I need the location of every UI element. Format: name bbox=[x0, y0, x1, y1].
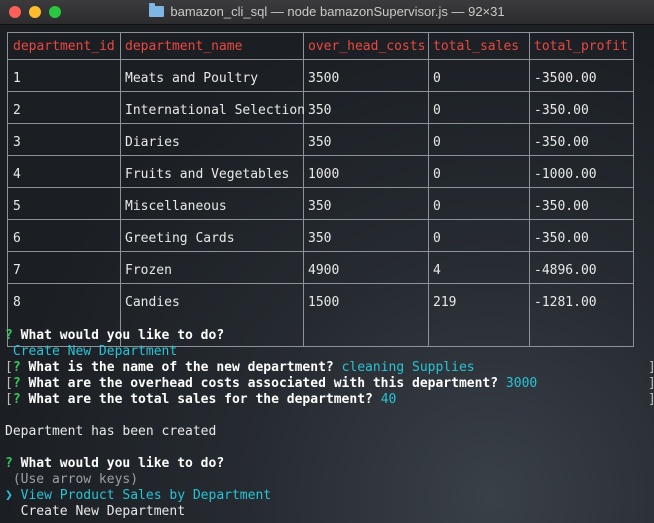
prompt-answer-line: Create New Department bbox=[12, 344, 178, 359]
departments-table: department_id department_name over_head_co… bbox=[7, 32, 634, 347]
table-cell: -350.00 bbox=[534, 231, 589, 246]
table-cell: Fruits and Vegetables bbox=[125, 167, 290, 182]
table-cell: -350.00 bbox=[534, 199, 589, 214]
table-cell: 0 bbox=[433, 199, 441, 214]
table-cell: -350.00 bbox=[534, 135, 589, 150]
table-cell: 0 bbox=[433, 231, 441, 246]
table-cell: 219 bbox=[433, 295, 457, 310]
table-cell: 7 bbox=[13, 263, 21, 278]
table-cell: Candies bbox=[125, 295, 180, 310]
table-cell: 0 bbox=[433, 135, 441, 150]
column-header: department_id bbox=[13, 39, 115, 54]
table-cell: 1500 bbox=[308, 295, 340, 310]
table-cell: 1000 bbox=[308, 167, 340, 182]
prompt-line-1: ? What would you like to do? bbox=[5, 328, 225, 343]
table-cell: 4900 bbox=[308, 263, 340, 278]
terminal-window: bamazon_cli_sql — node bamazonSupervisor… bbox=[0, 0, 654, 523]
column-header: department_name bbox=[125, 39, 243, 54]
arrow-keys-hint: (Use arrow keys) bbox=[12, 472, 139, 487]
table-cell: 4 bbox=[13, 167, 21, 182]
table-cell: 3 bbox=[13, 135, 21, 150]
row-separator bbox=[8, 155, 633, 156]
menu-item-view-sales[interactable]: ❯ View Product Sales by Department bbox=[5, 488, 271, 504]
folder-icon bbox=[149, 3, 165, 17]
table-cell: 350 bbox=[308, 135, 332, 150]
table-cell: International Selection bbox=[125, 103, 306, 118]
name-question-line: [? What is the name of the new departmen… bbox=[5, 360, 475, 375]
row-separator bbox=[8, 251, 633, 252]
table-cell: Meats and Poultry bbox=[125, 71, 259, 86]
table-cell: 350 bbox=[308, 103, 332, 118]
table-cell: 5 bbox=[13, 199, 21, 214]
title-bar: bamazon_cli_sql — node bamazonSupervisor… bbox=[0, 0, 654, 25]
column-header: over_head_costs bbox=[308, 39, 426, 54]
table-column-divider bbox=[428, 33, 429, 346]
window-title-area: bamazon_cli_sql — node bamazonSupervisor… bbox=[0, 0, 654, 24]
table-cell: 350 bbox=[308, 231, 332, 246]
column-header: total_sales bbox=[433, 39, 520, 54]
table-cell: 4 bbox=[433, 263, 441, 278]
table-cell: -350.00 bbox=[534, 103, 589, 118]
table-cell: Greeting Cards bbox=[125, 231, 235, 246]
table-cell: 1 bbox=[13, 71, 21, 86]
row-separator bbox=[8, 187, 633, 188]
table-column-divider bbox=[303, 33, 304, 346]
table-cell: 0 bbox=[433, 167, 441, 182]
window-title: bamazon_cli_sql — node bamazonSupervisor… bbox=[170, 4, 505, 19]
row-separator bbox=[8, 219, 633, 220]
table-cell: 6 bbox=[13, 231, 21, 246]
table-cell: -3500.00 bbox=[534, 71, 597, 86]
table-column-divider bbox=[120, 33, 121, 346]
prompt-line-2: ? What would you like to do? bbox=[5, 456, 225, 471]
column-header: total_profit bbox=[534, 39, 628, 54]
terminal-content[interactable]: department_id department_name over_head_co… bbox=[0, 24, 654, 523]
row-separator bbox=[8, 283, 633, 284]
table-cell: 8 bbox=[13, 295, 21, 310]
table-cell: -1000.00 bbox=[534, 167, 597, 182]
table-cell: Miscellaneous bbox=[125, 199, 227, 214]
table-cell: -4896.00 bbox=[534, 263, 597, 278]
table-cell: 0 bbox=[433, 103, 441, 118]
table-cell: 350 bbox=[308, 199, 332, 214]
sales-question-line: [? What are the total sales for the depa… bbox=[5, 392, 397, 407]
table-column-divider bbox=[529, 33, 530, 346]
menu-item-create-department[interactable]: Create New Department bbox=[5, 504, 185, 520]
row-separator bbox=[8, 123, 633, 124]
table-cell: 3500 bbox=[308, 71, 340, 86]
table-cell: 0 bbox=[433, 71, 441, 86]
row-separator bbox=[8, 59, 633, 60]
table-cell: 2 bbox=[13, 103, 21, 118]
table-cell: Frozen bbox=[125, 263, 172, 278]
overhead-question-line: [? What are the overhead costs associate… bbox=[5, 376, 538, 391]
table-cell: Diaries bbox=[125, 135, 180, 150]
created-message: Department has been created bbox=[5, 424, 217, 439]
table-cell: -1281.00 bbox=[534, 295, 597, 310]
row-separator bbox=[8, 91, 633, 92]
pointer-icon: ❯ bbox=[5, 488, 13, 503]
